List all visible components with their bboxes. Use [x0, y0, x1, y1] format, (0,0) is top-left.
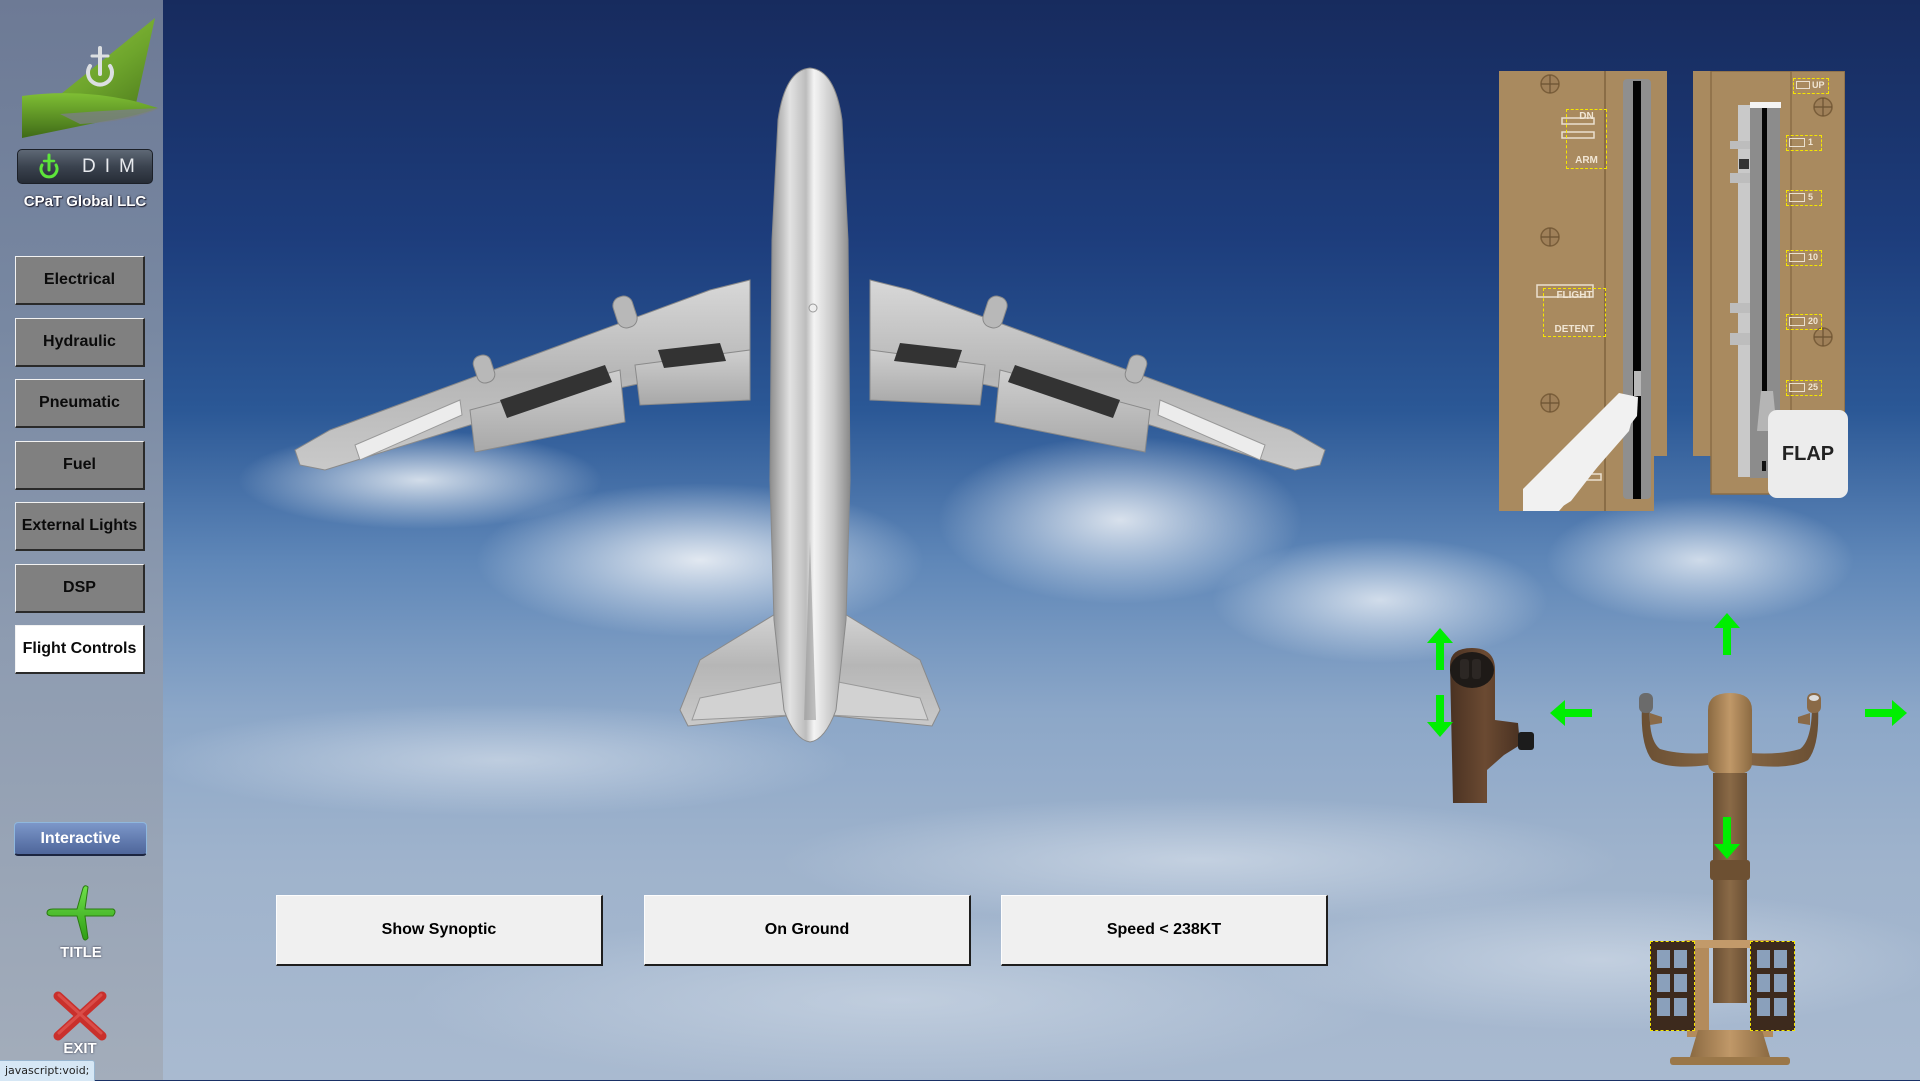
- flap-detent-label: 5: [1808, 192, 1814, 202]
- sidebar-item-external-lights[interactable]: External Lights: [15, 502, 145, 551]
- dim-logo-button[interactable]: DIM: [17, 149, 153, 184]
- sidebar-item-flight-controls[interactable]: Flight Controls: [15, 625, 145, 674]
- left-pedal-button[interactable]: [1650, 941, 1695, 1031]
- power-plane-icon: [39, 153, 59, 178]
- flap-detent-label: 20: [1808, 316, 1819, 326]
- tail-logo-icon: [22, 18, 160, 138]
- sidebar-item-fuel[interactable]: Fuel: [15, 441, 145, 490]
- yoke-right-arrow-icon[interactable]: [1865, 700, 1907, 726]
- flap-label-button[interactable]: FLAP: [1768, 410, 1848, 498]
- flap-detent-slot: [1789, 317, 1805, 326]
- title-button[interactable]: TITLE: [38, 884, 124, 964]
- right-pedal-button[interactable]: [1750, 941, 1795, 1031]
- airplane-icon: [46, 885, 116, 941]
- close-icon: [53, 991, 107, 1041]
- flap-detent-label: 1: [1808, 137, 1814, 147]
- flap-detent-slot: [1789, 193, 1805, 202]
- pedal-grid-icon: [1657, 950, 1687, 1016]
- arm-label: ARM: [1575, 155, 1598, 166]
- stick-down-arrow-icon[interactable]: [1425, 695, 1455, 737]
- flap-detent-slot: [1789, 253, 1805, 262]
- sidebar-item-hydraulic[interactable]: Hydraulic: [15, 318, 145, 367]
- show-synoptic-button[interactable]: Show Synoptic: [276, 895, 603, 966]
- speed-button[interactable]: Speed < 238KT: [1001, 895, 1328, 966]
- browser-status-bar: javascript:void;: [0, 1060, 96, 1081]
- flap-detent-25[interactable]: 25: [1786, 380, 1822, 396]
- flap-detent-10[interactable]: 10: [1786, 250, 1822, 266]
- flap-detent-slot: [1796, 81, 1810, 89]
- side-stick-control[interactable]: [1440, 645, 1550, 805]
- detent-label: DETENT: [1554, 324, 1595, 335]
- aircraft-top-view[interactable]: [280, 60, 1340, 750]
- flap-detent-5[interactable]: 5: [1786, 190, 1822, 206]
- flap-detent-up[interactable]: UP: [1793, 78, 1829, 94]
- flap-detent-slot: [1789, 138, 1805, 147]
- sidebar: DIM CPaT Global LLC Electrical Hydraulic…: [0, 0, 163, 1080]
- flap-detent-label: UP: [1812, 80, 1825, 90]
- company-name: CPaT Global LLC: [23, 193, 147, 210]
- exit-button[interactable]: EXIT: [40, 988, 120, 1068]
- flight-label: FLIGHT: [1556, 290, 1593, 301]
- on-ground-button[interactable]: On Ground: [644, 895, 971, 966]
- yoke-down-arrow-icon[interactable]: [1712, 817, 1742, 859]
- flap-detent-20[interactable]: 20: [1786, 314, 1822, 330]
- sidebar-item-pneumatic[interactable]: Pneumatic: [15, 379, 145, 428]
- title-label: TITLE: [60, 944, 102, 961]
- exit-label: EXIT: [63, 1040, 97, 1057]
- pedal-grid-icon: [1757, 950, 1787, 1016]
- left-wing: [294, 279, 751, 471]
- flap-detent-1[interactable]: 1: [1786, 135, 1822, 151]
- flap-detent-label: 10: [1808, 252, 1819, 262]
- stick-up-arrow-icon[interactable]: [1425, 628, 1455, 670]
- yoke-left-arrow-icon[interactable]: [1550, 700, 1592, 726]
- flap-detent-label: 25: [1808, 382, 1819, 392]
- dim-logo-text: DIM: [82, 155, 144, 177]
- sidebar-item-electrical[interactable]: Electrical: [15, 256, 145, 305]
- yoke-up-arrow-icon[interactable]: [1712, 613, 1742, 655]
- sidebar-item-dsp[interactable]: DSP: [15, 564, 145, 613]
- interactive-mode-button[interactable]: Interactive: [14, 822, 147, 856]
- dn-label: DN: [1579, 111, 1594, 122]
- flap-detent-slot: [1789, 383, 1805, 392]
- right-wing: [869, 279, 1326, 471]
- speedbrake-lever-panel: DN ARM FLIGHT DETENT: [1499, 71, 1669, 511]
